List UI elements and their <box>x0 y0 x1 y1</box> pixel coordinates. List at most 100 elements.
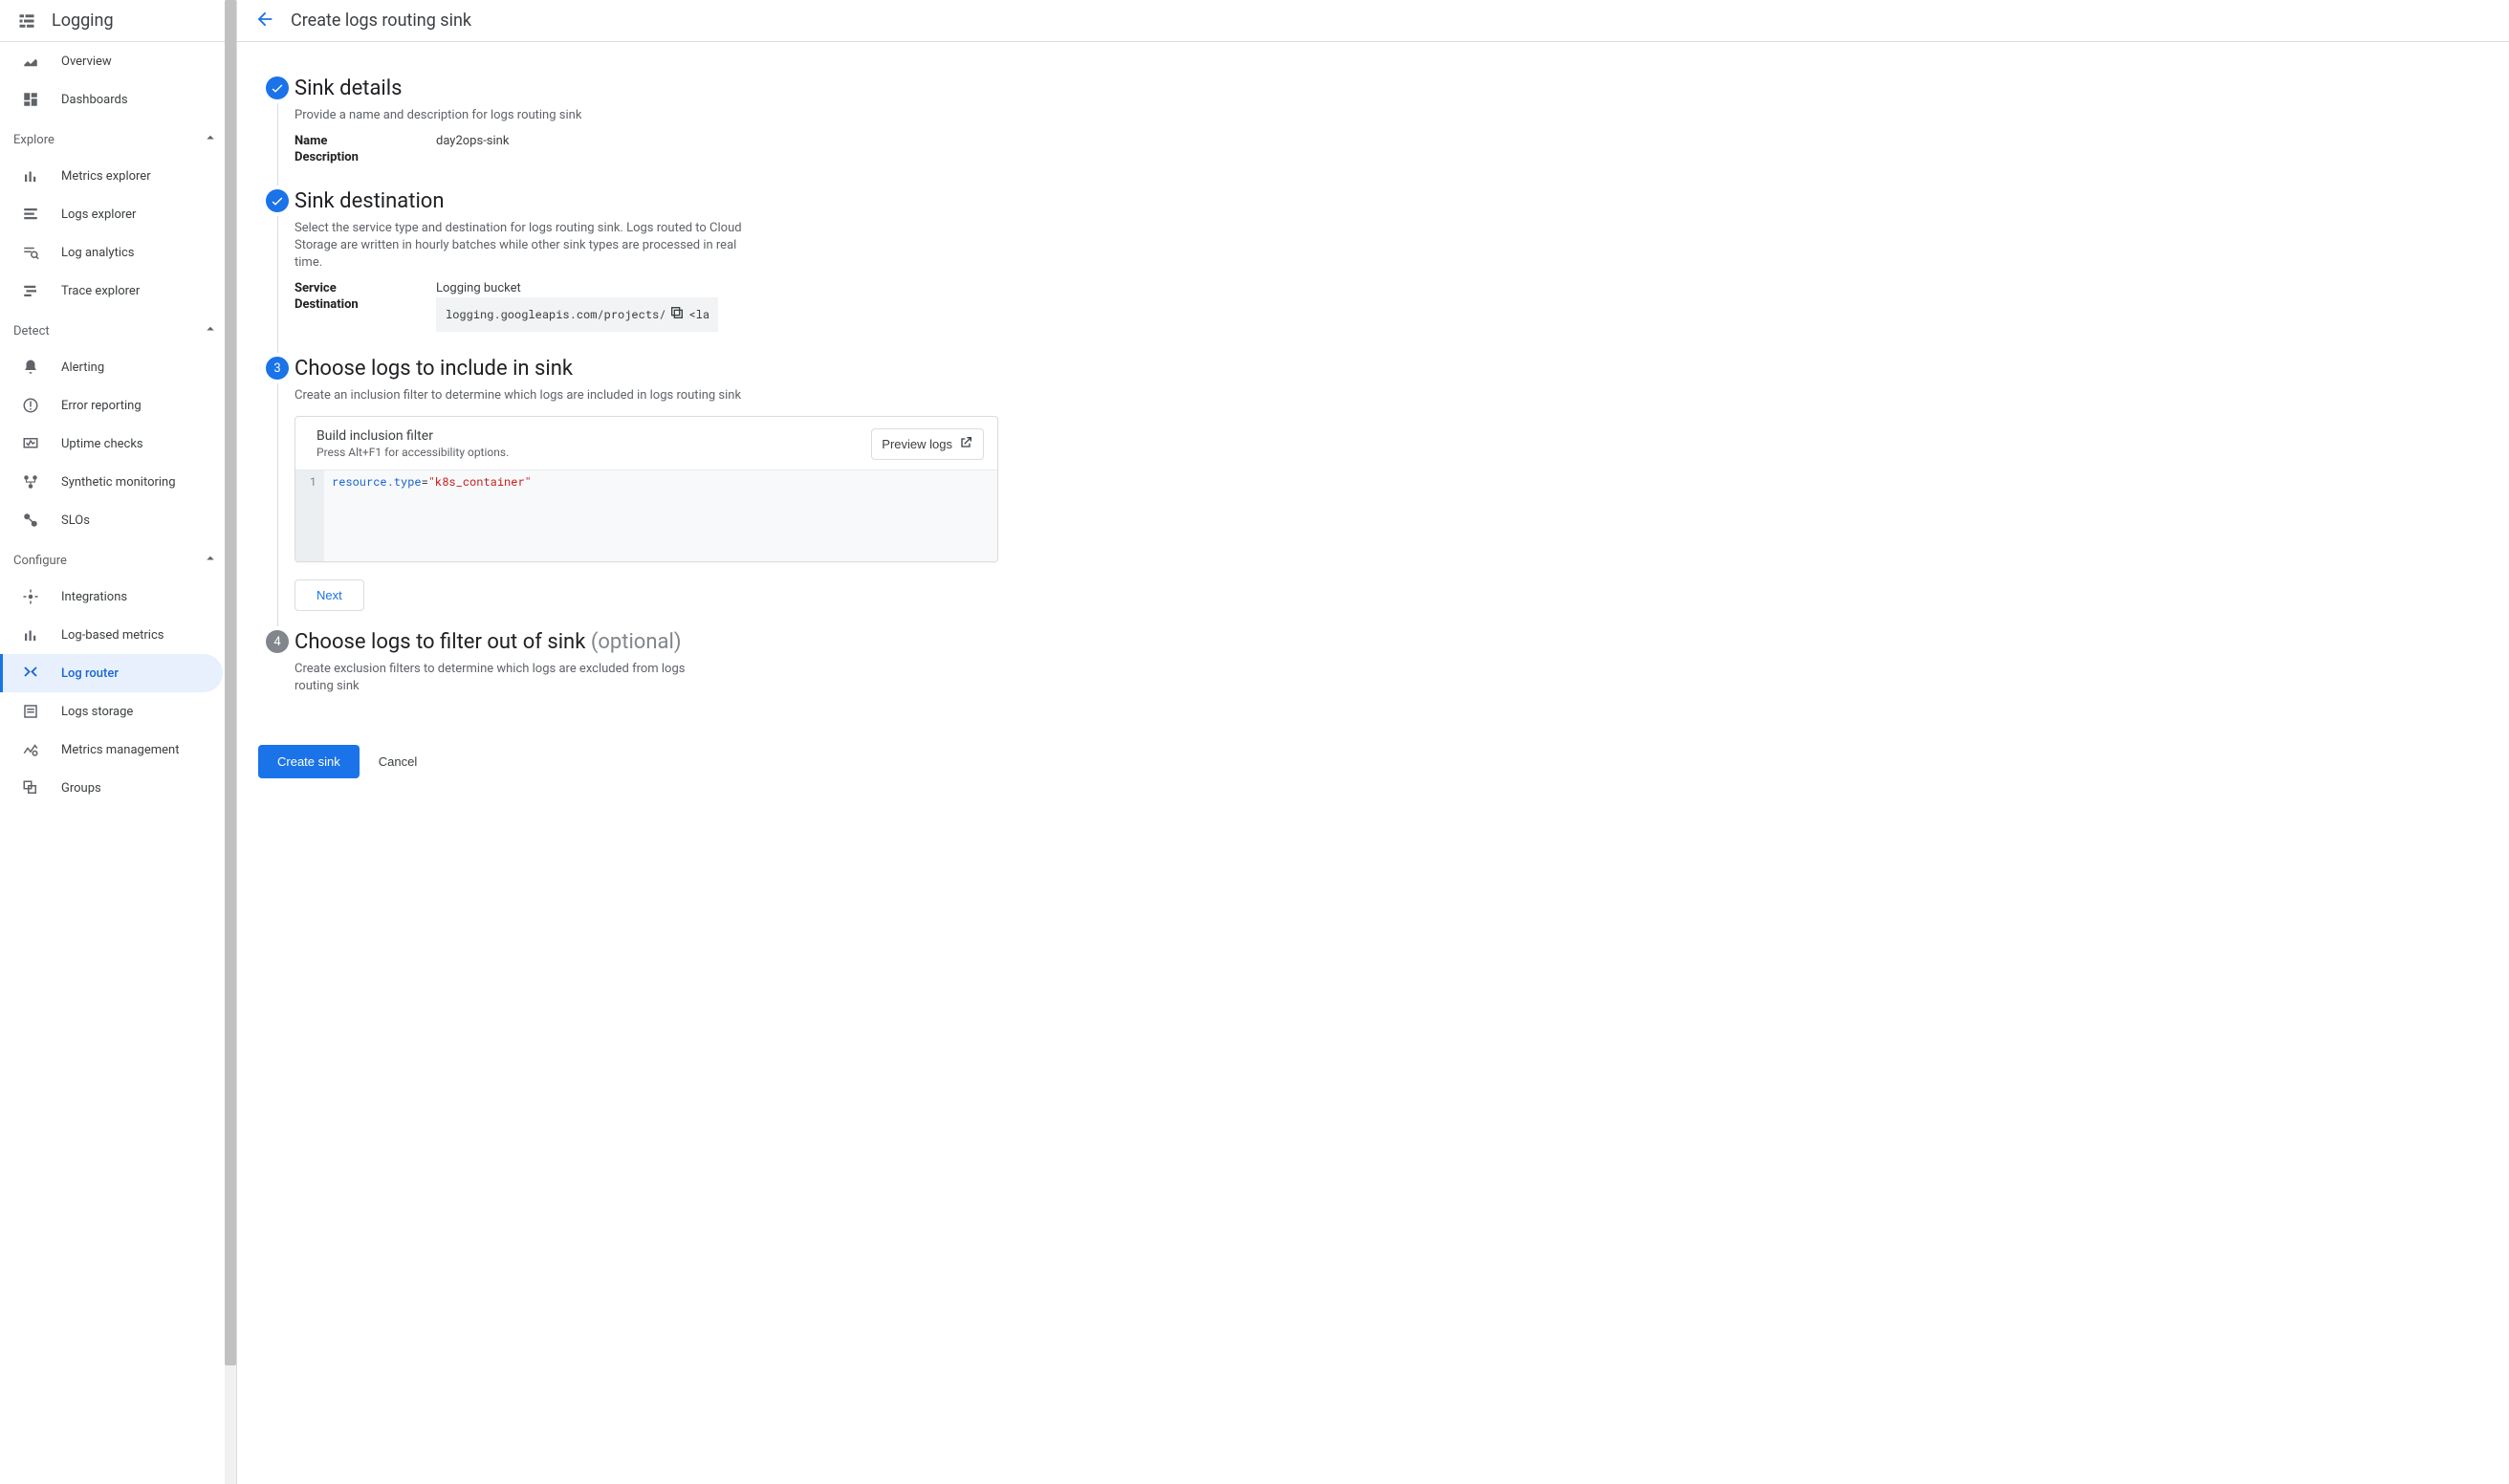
sidebar-item-logs-storage[interactable]: Logs storage <box>0 692 223 731</box>
sidebar-item-integrations[interactable]: Integrations <box>0 578 223 616</box>
sidebar-item-metrics-explorer[interactable]: Metrics explorer <box>0 157 223 195</box>
chevron-up-icon <box>202 320 219 341</box>
dashboard-icon <box>21 90 40 109</box>
sidebar-item-metrics-management[interactable]: Metrics management <box>0 731 223 769</box>
sidebar-item-trace-explorer[interactable]: Trace explorer <box>0 272 223 310</box>
sidebar-item-label: Logs explorer <box>61 207 136 222</box>
sidebar-item-label: Log analytics <box>61 246 135 260</box>
content: Sink details Provide a name and descript… <box>237 42 1021 801</box>
logs-icon <box>21 205 40 224</box>
sidebar-scrollbar[interactable] <box>225 0 236 1484</box>
filter-card-title: Build inclusion filter <box>316 428 509 444</box>
section-configure[interactable]: Configure <box>0 543 236 578</box>
step-3-title: Choose logs to include in sink <box>295 357 998 382</box>
sidebar-item-dashboards[interactable]: Dashboards <box>0 80 223 119</box>
step-choose-exclude: 4 Choose logs to filter out of sink (opt… <box>260 630 998 724</box>
sidebar-item-logs-explorer[interactable]: Logs explorer <box>0 195 223 233</box>
section-explore[interactable]: Explore <box>0 122 236 157</box>
sidebar-item-label: Error reporting <box>61 399 142 413</box>
sidebar-item-label: Dashboards <box>61 93 128 107</box>
sidebar-item-alerting[interactable]: Alerting <box>0 348 223 386</box>
sidebar-item-synthetic-monitoring[interactable]: Synthetic monitoring <box>0 463 223 501</box>
copy-icon[interactable] <box>669 305 685 324</box>
description-value <box>436 150 998 164</box>
sidebar-item-error-reporting[interactable]: Error reporting <box>0 386 223 425</box>
section-title: Configure <box>13 554 67 568</box>
step-2-title: Sink destination <box>295 189 998 214</box>
code-operator: = <box>422 474 428 490</box>
next-button[interactable]: Next <box>295 579 364 611</box>
footer-actions: Create sink Cancel <box>258 745 998 778</box>
destination-label: Destination <box>295 297 436 332</box>
sidebar-item-label: Trace explorer <box>61 284 140 298</box>
router-icon <box>21 664 40 683</box>
sidebar-item-label: Metrics explorer <box>61 169 151 184</box>
sidebar-item-slos[interactable]: SLOs <box>0 501 223 539</box>
product-logo-row: Logging <box>0 0 236 42</box>
error-icon <box>21 396 40 415</box>
chevron-up-icon <box>202 550 219 571</box>
step-choose-include: 3 Choose logs to include in sink Create … <box>260 357 998 630</box>
preview-logs-button[interactable]: Preview logs <box>871 428 984 460</box>
step-4-number: 4 <box>273 635 280 649</box>
sidebar-item-log-analytics[interactable]: Log analytics <box>0 233 223 272</box>
main: Create logs routing sink Sink details Pr… <box>237 0 2509 1484</box>
step-line <box>277 216 278 353</box>
step-sink-details: Sink details Provide a name and descript… <box>260 76 998 189</box>
section-title: Detect <box>13 324 50 338</box>
sidebar-item-label: Synthetic monitoring <box>61 475 176 490</box>
main-header: Create logs routing sink <box>237 0 2509 42</box>
sidebar-item-log-router[interactable]: Log router <box>0 654 223 692</box>
bar-chart-icon <box>21 625 40 644</box>
create-sink-button[interactable]: Create sink <box>258 745 360 778</box>
insights-icon <box>21 52 40 71</box>
sidebar-item-groups[interactable]: Groups <box>0 769 223 807</box>
step-3-subtitle: Create an inclusion filter to determine … <box>295 387 744 404</box>
preview-logs-label: Preview logs <box>882 437 952 451</box>
back-arrow-button[interactable] <box>254 9 275 33</box>
trace-icon <box>21 281 40 300</box>
sidebar-item-label: Log-based metrics <box>61 628 164 643</box>
filter-code-editor[interactable]: 1 resource.type="k8s_container" <box>295 469 997 561</box>
step-4-subtitle: Create exclusion filters to determine wh… <box>295 661 715 695</box>
service-value: Logging bucket <box>436 281 998 295</box>
scroll-thumb[interactable] <box>225 0 236 1365</box>
analytics-icon <box>21 243 40 262</box>
section-detect[interactable]: Detect <box>0 314 236 348</box>
uptime-icon <box>21 434 40 453</box>
destination-value-tail: <la <box>688 307 709 322</box>
name-value: day2ops-sink <box>436 134 998 148</box>
filter-card-hint: Press Alt+F1 for accessibility options. <box>316 446 509 459</box>
sidebar-item-label: Groups <box>61 781 101 796</box>
groups-icon <box>21 778 40 797</box>
section-title: Explore <box>13 133 55 147</box>
sidebar-item-label: Overview <box>61 55 112 69</box>
bar-chart-icon <box>21 166 40 186</box>
step-line <box>277 103 278 186</box>
sidebar-item-overview[interactable]: Overview <box>0 42 223 80</box>
sidebar-item-label: Alerting <box>61 360 104 375</box>
synthetic-icon <box>21 472 40 491</box>
cancel-button[interactable]: Cancel <box>379 754 417 769</box>
step-1-indicator-check-icon <box>266 76 289 99</box>
optional-label: (optional) <box>591 630 682 654</box>
line-number: 1 <box>299 474 316 490</box>
service-label: Service <box>295 281 436 295</box>
sidebar-item-label: Log router <box>61 666 119 681</box>
integrations-icon <box>21 587 40 606</box>
logging-product-icon <box>17 11 36 31</box>
chevron-up-icon <box>202 129 219 150</box>
step-4-indicator: 4 <box>266 630 289 653</box>
sidebar-item-label: Uptime checks <box>61 437 143 451</box>
step-1-title: Sink details <box>295 76 998 101</box>
step-3-indicator: 3 <box>266 357 289 380</box>
code-gutter: 1 <box>295 470 324 561</box>
external-link-icon <box>958 435 973 453</box>
sidebar-item-label: Logs storage <box>61 705 133 719</box>
description-label: Description <box>295 150 436 164</box>
sidebar-item-log-based-metrics[interactable]: Log-based metrics <box>0 616 223 654</box>
sidebar-item-uptime-checks[interactable]: Uptime checks <box>0 425 223 463</box>
code-property: resource.type <box>332 474 422 490</box>
product-title: Logging <box>52 11 114 31</box>
page-title: Create logs routing sink <box>291 11 471 31</box>
